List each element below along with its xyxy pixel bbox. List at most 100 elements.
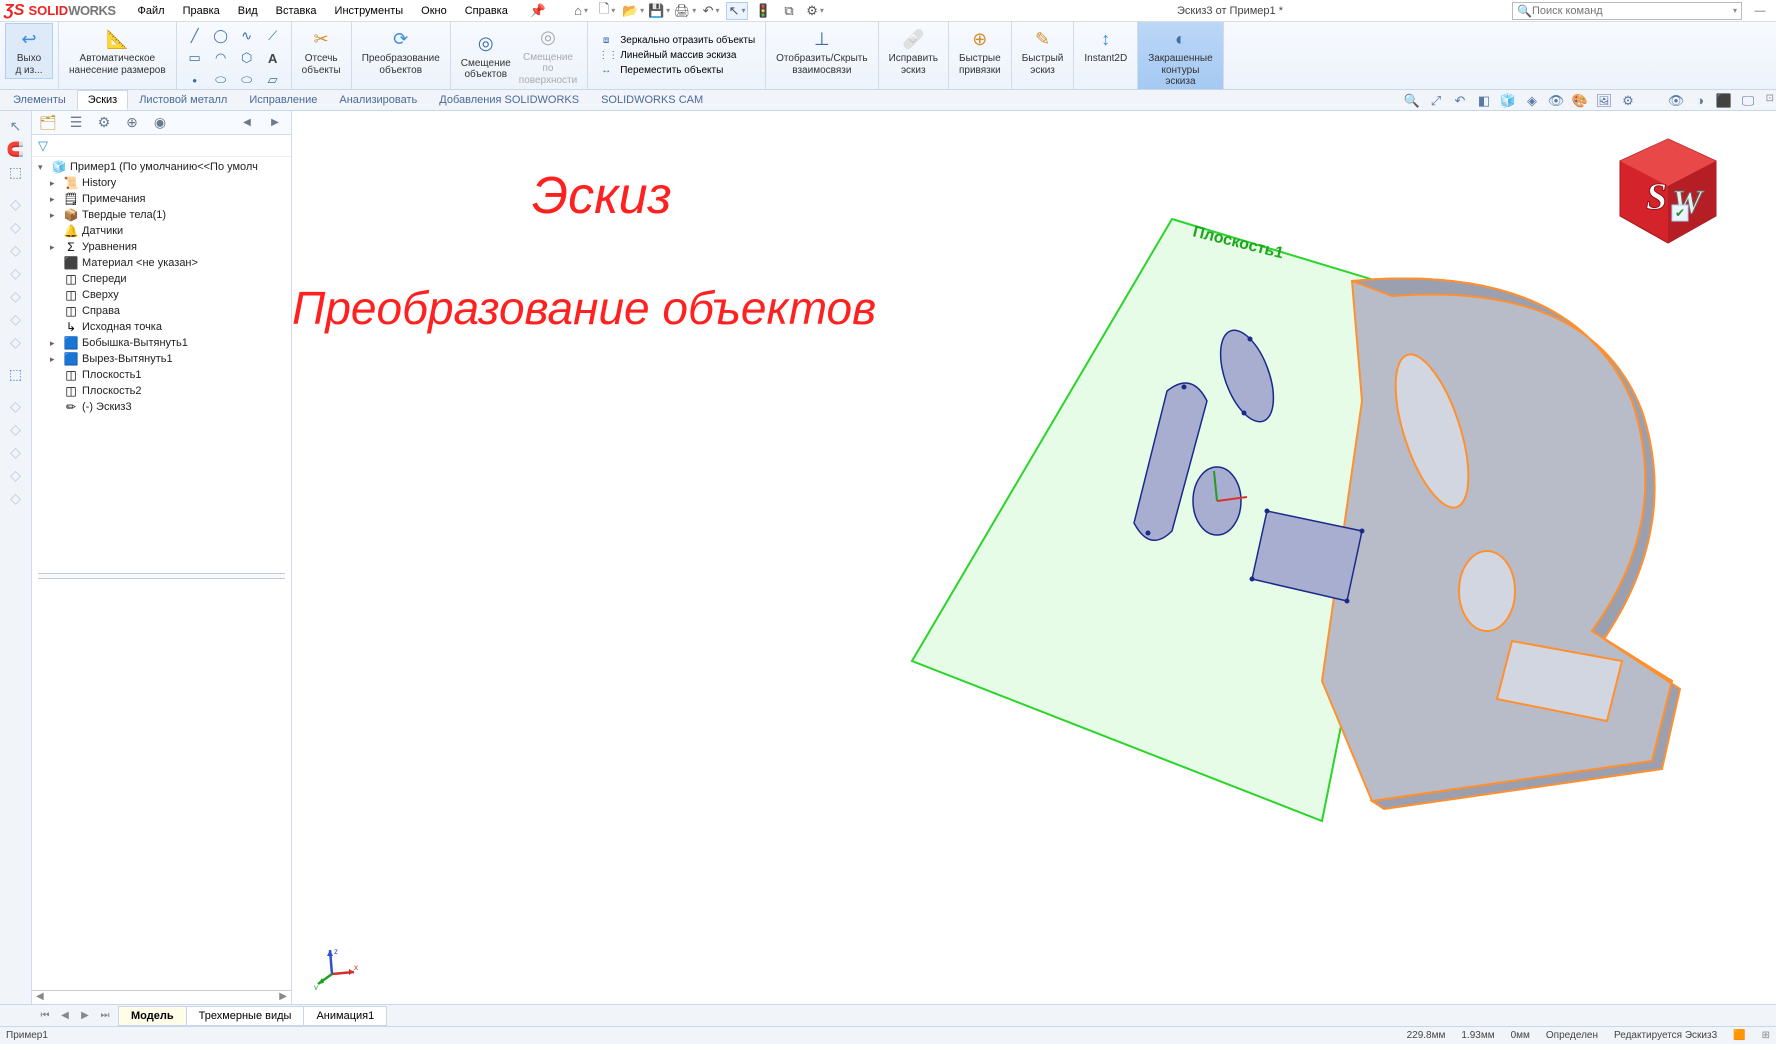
trim-button[interactable]: ✂ Отсечь объекты: [298, 24, 345, 78]
lt-feature5-icon[interactable]: ◇: [2, 285, 30, 307]
lt-feature7-icon[interactable]: ◇: [2, 331, 30, 353]
status-unit-icon[interactable]: 🟧: [1733, 1030, 1745, 1041]
apply-scene-icon[interactable]: 🖼: [1594, 92, 1614, 110]
lt-feature6-icon[interactable]: ◇: [2, 308, 30, 330]
view-orient-icon[interactable]: 🧊: [1498, 92, 1518, 110]
options-button[interactable]: ⧉: [778, 2, 800, 20]
plane-tool[interactable]: ▱: [261, 70, 285, 90]
tree-item-4[interactable]: ▸ΣУравнения: [32, 239, 291, 255]
chevron-icon[interactable]: ▸: [50, 242, 62, 253]
menu-tools[interactable]: Инструменты: [327, 3, 412, 19]
chevron-icon[interactable]: ▸: [50, 338, 62, 349]
offset-entities-button[interactable]: ◎ Смещение объектов: [457, 29, 515, 83]
chevron-down-icon[interactable]: ▾: [38, 162, 50, 173]
vt-next-icon[interactable]: ▶: [76, 1007, 94, 1025]
search-input[interactable]: [1532, 5, 1733, 17]
tree-item-8[interactable]: ◫Справа: [32, 303, 291, 319]
fm-scrollbar[interactable]: ◀▶: [32, 990, 291, 1004]
lt-surf3-icon[interactable]: ◇: [2, 441, 30, 463]
edit-scene-icon[interactable]: ◑: [1690, 92, 1710, 110]
rapid-sketch-button[interactable]: ✎ Быстрый эскиз: [1018, 24, 1068, 78]
tree-item-12[interactable]: ◫Плоскость1: [32, 367, 291, 383]
text-tool[interactable]: A: [261, 48, 285, 68]
hide-show-icon[interactable]: 👁: [1546, 92, 1566, 110]
quick-snaps-button[interactable]: ⊕ Быстрые привязки: [955, 24, 1005, 78]
pin-icon[interactable]: 📌: [524, 3, 552, 19]
tab-features[interactable]: Элементы: [2, 90, 77, 110]
ellipse-tool[interactable]: ⬭: [209, 70, 233, 90]
fm-nav-right-icon[interactable]: ▶: [261, 112, 289, 134]
hide-types-icon[interactable]: 👁: [1666, 92, 1686, 110]
rollback-bar[interactable]: [38, 573, 285, 579]
select-button[interactable]: ↖: [726, 2, 748, 20]
search-box[interactable]: 🔍 ▾: [1512, 2, 1742, 20]
point-tool[interactable]: •: [183, 70, 207, 90]
tab-addins[interactable]: Добавления SOLIDWORKS: [428, 90, 590, 110]
view-tab-model[interactable]: Модель: [118, 1006, 187, 1026]
lt-feature1-icon[interactable]: ◇: [2, 193, 30, 215]
minimize-button[interactable]: —: [1748, 2, 1772, 20]
screen-icon[interactable]: 🖵: [1738, 92, 1758, 110]
tree-item-1[interactable]: ▸🗒Примечания: [32, 191, 291, 207]
lt-feature3-icon[interactable]: ◇: [2, 239, 30, 261]
menu-view[interactable]: Вид: [230, 3, 266, 19]
polygon-tool[interactable]: ⬡: [235, 48, 259, 68]
show-hide-relations-button[interactable]: ⊥ Отобразить/Скрыть взаимосвязи: [772, 24, 871, 78]
undo-button[interactable]: ↶: [700, 2, 722, 20]
vt-last-icon[interactable]: ⏭: [96, 1007, 114, 1025]
spline-tool[interactable]: ∿: [235, 26, 259, 46]
view-settings-icon[interactable]: ⚙: [1618, 92, 1638, 110]
instant2d-button[interactable]: ↕ Instant2D: [1080, 24, 1131, 67]
section-view-icon[interactable]: ◧: [1474, 92, 1494, 110]
tree-item-0[interactable]: ▸📜History: [32, 175, 291, 191]
lt-surf4-icon[interactable]: ◇: [2, 464, 30, 486]
zoom-area-icon[interactable]: ⤢: [1426, 92, 1446, 110]
shaded-contours-button[interactable]: ◐ Закрашенные контуры эскиза: [1144, 24, 1216, 90]
arc-tool[interactable]: ◠: [209, 48, 233, 68]
funnel-icon[interactable]: ▽: [38, 138, 48, 154]
tab-analyze[interactable]: Анализировать: [328, 90, 428, 110]
linear-pattern-button[interactable]: ⋮⋮Линейный массив эскиза: [594, 49, 740, 62]
lt-surf5-icon[interactable]: ◇: [2, 487, 30, 509]
tree-item-10[interactable]: ▸🟦Бобышка-Вытянуть1: [32, 335, 291, 351]
print-button[interactable]: 🖨: [674, 2, 696, 20]
smart-dimension-button[interactable]: 📐 Автоматическое нанесение размеров: [65, 24, 170, 78]
move-entities-button[interactable]: ↔Переместить объекты: [594, 64, 727, 77]
vt-prev-icon[interactable]: ◀: [56, 1007, 74, 1025]
lt-select-icon[interactable]: ↖: [2, 115, 30, 137]
menu-help[interactable]: Справка: [457, 3, 516, 19]
convert-entities-button[interactable]: ⟳ Преобразование объектов: [358, 24, 444, 78]
exit-sketch-button[interactable]: ↩ Выхо д из...: [6, 24, 52, 78]
tab-sheetmetal[interactable]: Листовой металл: [128, 90, 238, 110]
tree-item-5[interactable]: ⬛Материал <не указан>: [32, 255, 291, 271]
menu-window[interactable]: Окно: [413, 3, 455, 19]
save-button[interactable]: 💾: [648, 2, 670, 20]
home-button[interactable]: ⌂: [570, 2, 592, 20]
rectangle-tool[interactable]: ▭: [183, 48, 207, 68]
chevron-icon[interactable]: ▸: [50, 210, 62, 221]
fm-tab-display-icon[interactable]: ◉: [146, 112, 174, 134]
confirm-icon[interactable]: ✔: [1675, 206, 1685, 220]
slot-tool[interactable]: ⬭: [235, 70, 259, 90]
settings-button[interactable]: ⚙: [804, 2, 826, 20]
edit-appearance-icon[interactable]: 🎨: [1570, 92, 1590, 110]
expand-flyout-icon[interactable]: ⊡: [1766, 93, 1774, 104]
tab-evaluate[interactable]: Исправление: [238, 90, 328, 110]
render-icon[interactable]: ⬛: [1714, 92, 1734, 110]
display-style-icon[interactable]: ◈: [1522, 92, 1542, 110]
fillet-tool[interactable]: ⟋: [261, 26, 285, 46]
tree-item-14[interactable]: ✏(-) Эскиз3: [32, 399, 291, 415]
rebuild-button[interactable]: 🚦: [752, 2, 774, 20]
menu-insert[interactable]: Вставка: [268, 3, 325, 19]
menu-file[interactable]: Файл: [130, 3, 173, 19]
circle-tool[interactable]: ◯: [209, 26, 233, 46]
repair-sketch-button[interactable]: 🩹 Исправить эскиз: [885, 24, 942, 78]
fm-tab-tree-icon[interactable]: 🗂: [34, 112, 62, 134]
mirror-entities-button[interactable]: ⧈Зеркально отразить объекты: [594, 34, 759, 47]
fm-tab-config-icon[interactable]: ⚙: [90, 112, 118, 134]
zoom-fit-icon[interactable]: 🔍: [1402, 92, 1422, 110]
fm-nav-left-icon[interactable]: ◀: [233, 112, 261, 134]
search-dropdown-icon[interactable]: ▾: [1733, 6, 1737, 15]
graphics-viewport[interactable]: Эскиз Преобразование объектов S W Плоско…: [292, 111, 1776, 1004]
tab-sketch[interactable]: Эскиз: [77, 90, 128, 110]
